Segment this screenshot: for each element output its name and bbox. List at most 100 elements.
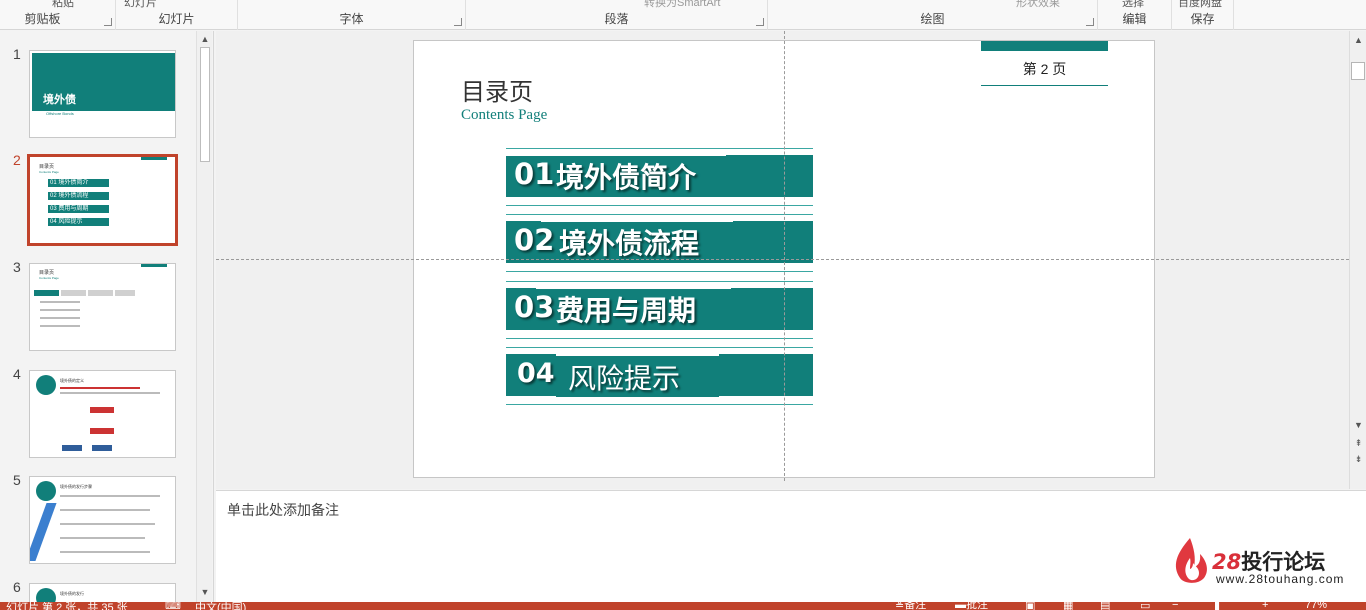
toc-line-top: [506, 148, 813, 149]
thumb-tab-active: [34, 290, 59, 296]
ribbon-group-drawing: 形状效果 绘图: [768, 0, 1098, 30]
toc-item-2[interactable]: 02 境外债流程: [506, 214, 813, 272]
thumb-cover-title: 境外债: [43, 94, 76, 106]
thumb-toc-item: 01 境外债简介: [48, 179, 109, 187]
thumb-circle: [36, 588, 56, 602]
paragraph-launcher-icon[interactable]: [756, 18, 764, 26]
thumbnail-scrollbar[interactable]: ▲ ▼: [196, 31, 212, 602]
thumb-line: [60, 392, 160, 394]
page-number-label[interactable]: 第 2 页: [981, 59, 1108, 79]
thumb-circle: [36, 375, 56, 395]
drawing-launcher-icon[interactable]: [1086, 18, 1094, 26]
reading-view-icon[interactable]: ▤: [1100, 602, 1110, 610]
ribbon-group-slides: 幻灯片 幻灯片: [116, 0, 238, 30]
normal-view-icon[interactable]: ▣: [1025, 602, 1035, 610]
thumb-toc-item: 04 风险提示: [48, 218, 109, 226]
thumbnail-image[interactable]: 目录页 Contents Page: [29, 263, 176, 351]
select-label[interactable]: 选择: [1122, 0, 1144, 10]
toc-line-bottom: [506, 271, 813, 272]
notes-toggle-label: 备注: [904, 602, 927, 610]
page-underline: [981, 85, 1108, 86]
group-label-drawing: 绘图: [920, 12, 945, 26]
toc-item-3[interactable]: 03 费用与周期: [506, 281, 813, 339]
vertical-guide[interactable]: [784, 31, 785, 481]
thumb-line: [40, 325, 80, 327]
thumb-line: [60, 523, 155, 525]
thumb-cover-subtitle: Offshore Bonds: [46, 111, 74, 116]
thumb-toc-item: 02 境外债流程: [48, 192, 109, 200]
slide-thumbnail-pane: 1 境外债 Offshore Bonds 2 目录页 Contents Page…: [0, 31, 214, 603]
thumb-box: [90, 407, 114, 413]
group-label-clipboard: 剪贴板: [24, 12, 61, 26]
ribbon-group-font: 字体: [238, 0, 466, 30]
zoom-level[interactable]: 77%: [1305, 602, 1327, 610]
thumbnail-image[interactable]: 境外债的发行: [29, 583, 176, 603]
slide-count-status[interactable]: 幻灯片 第 2 张，共 35 张: [6, 602, 128, 610]
toc-number: 03: [514, 290, 555, 324]
slide-sorter-icon[interactable]: ▦: [1063, 602, 1073, 610]
toc-item-4[interactable]: 04 风险提示: [506, 347, 813, 405]
thumbnail-image[interactable]: 境外债 Offshore Bonds: [29, 50, 176, 138]
thumb-line: [60, 551, 150, 553]
thumb-toc-item: 03 费用与周期: [48, 205, 109, 213]
thumb-toc-text: 境外债简介: [58, 180, 89, 186]
slideshow-icon[interactable]: ▭: [1140, 602, 1150, 610]
thumb-road: [30, 503, 57, 561]
scrollbar-thumb[interactable]: [200, 47, 210, 162]
comments-toggle-button[interactable]: ▬ 批注: [955, 602, 988, 610]
baidu-netdisk-label[interactable]: 百度网盘: [1178, 0, 1222, 10]
ribbon-group-save: 百度网盘 保存: [1172, 0, 1234, 30]
scroll-up-icon[interactable]: ▲: [199, 33, 211, 45]
thumb-toc-text: 费用与周期: [58, 206, 89, 212]
horizontal-guide[interactable]: [216, 259, 1349, 260]
thumbnail-image[interactable]: 境外债的定义: [29, 370, 176, 458]
thumb-title: 目录页: [39, 164, 55, 170]
paste-label[interactable]: 粘贴: [52, 0, 74, 10]
toc-text: 境外债简介: [556, 161, 697, 194]
shape-effects-label[interactable]: 形状效果: [1016, 0, 1060, 10]
group-label-font: 字体: [339, 12, 364, 26]
toc-line-top: [506, 347, 813, 348]
scroll-down-icon[interactable]: ▼: [1353, 420, 1364, 431]
toc-item-1[interactable]: 01 境外债简介: [506, 148, 813, 206]
ribbon-group-editing: 选择 编辑: [1098, 0, 1172, 30]
watermark-name: 投行论坛: [1241, 550, 1326, 574]
ribbon-group-clipboard: 粘贴 剪贴板: [0, 0, 116, 30]
toc-number: 01: [514, 157, 555, 191]
toc-number: 04: [517, 358, 555, 389]
notes-placeholder[interactable]: 单击此处添加备注: [227, 500, 339, 520]
page-accent-bar: [981, 41, 1108, 51]
scrollbar-thumb[interactable]: [1351, 62, 1365, 80]
thumb-line: [60, 537, 145, 539]
clipboard-launcher-icon[interactable]: [104, 18, 112, 26]
spellcheck-icon[interactable]: ⌨: [165, 602, 181, 610]
next-slide-icon[interactable]: ⇟: [1353, 454, 1364, 465]
zoom-slider[interactable]: ▮: [1214, 602, 1220, 610]
previous-slide-icon[interactable]: ⇞: [1353, 438, 1364, 449]
thumbnail-number: 2: [13, 152, 21, 168]
thumb-page-bar: [141, 264, 167, 267]
scroll-up-icon[interactable]: ▲: [1353, 35, 1364, 46]
thumbnail-image[interactable]: 境外债的发行步骤: [29, 476, 176, 564]
toc-text: 风险提示: [568, 362, 681, 395]
toc-line-bottom: [506, 205, 813, 206]
thumb-heading: 境外债的定义: [60, 378, 84, 383]
language-status[interactable]: 中文(中国): [195, 602, 246, 610]
slide-title[interactable]: 目录页: [461, 72, 533, 107]
scroll-down-icon[interactable]: ▼: [199, 586, 211, 598]
slide-subtitle[interactable]: Contents Page: [461, 107, 547, 124]
thumb-heading: 境外债的发行: [60, 591, 84, 596]
canvas-scrollbar[interactable]: ▲ ▼ ⇞ ⇟: [1349, 31, 1366, 489]
zoom-out-icon[interactable]: −: [1172, 602, 1178, 610]
notes-toggle-button[interactable]: ≜ 备注: [895, 602, 926, 610]
slide-label[interactable]: 幻灯片: [124, 0, 157, 10]
thumb-box: [62, 445, 82, 451]
thumbnail-image-selected[interactable]: 目录页 Contents Page 01 境外债简介 02 境外债流程 03 费…: [27, 154, 178, 246]
watermark-url: www.28touhang.com: [1216, 572, 1345, 586]
font-launcher-icon[interactable]: [454, 18, 462, 26]
zoom-in-icon[interactable]: +: [1262, 602, 1268, 610]
smartart-label[interactable]: 转换为SmartArt: [644, 0, 720, 10]
group-label-editing: 编辑: [1122, 12, 1147, 26]
toc-line-bottom: [506, 404, 813, 405]
thumb-box: [90, 428, 114, 434]
